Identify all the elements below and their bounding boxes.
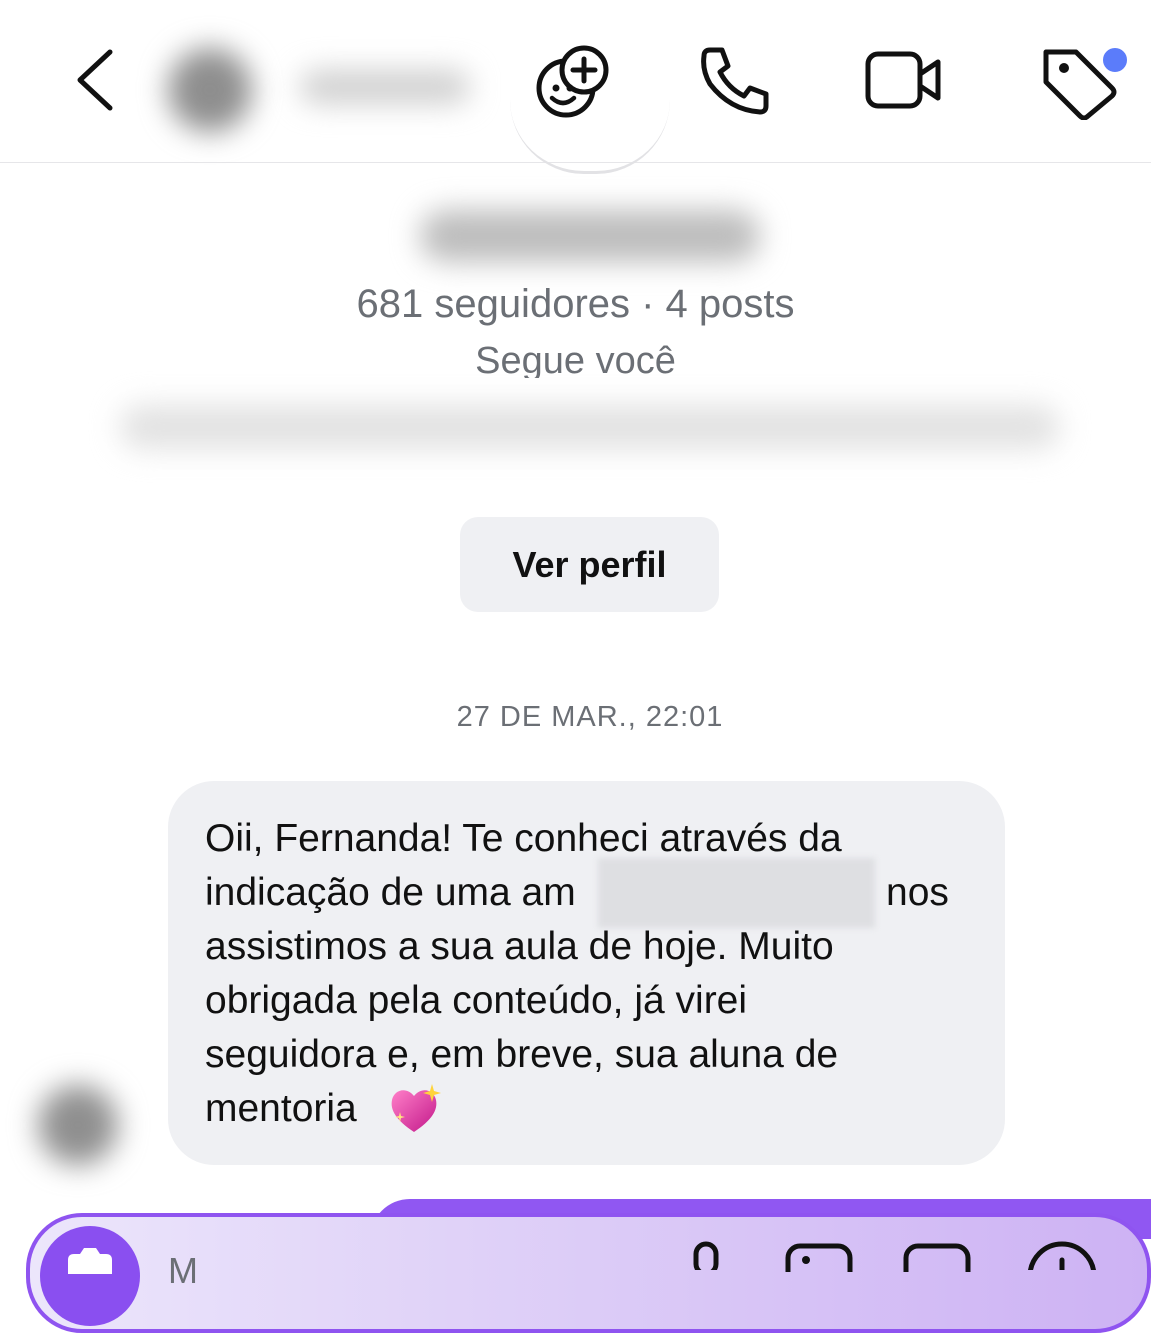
camera-button[interactable] <box>40 1226 140 1326</box>
message-line: nos <box>886 871 949 914</box>
message-line: indicação de uma am <box>205 871 576 914</box>
message-line: assistimos a sua aula de hoje. Muito <box>205 925 834 968</box>
sticker-icon[interactable] <box>902 1242 972 1272</box>
video-icon[interactable] <box>864 48 944 112</box>
contact-name[interactable] <box>300 70 470 104</box>
follows-you-label: Segue você <box>475 340 676 378</box>
gallery-icon[interactable] <box>784 1242 854 1272</box>
add-circle-icon[interactable] <box>1024 1240 1100 1270</box>
notification-dot <box>1100 45 1130 75</box>
view-profile-button[interactable]: Ver perfil <box>460 517 719 612</box>
contact-avatar[interactable] <box>168 48 252 132</box>
profile-bio <box>120 405 1060 449</box>
phone-icon[interactable] <box>698 44 772 118</box>
message-line: obrigada pela conteúdo, já virei <box>205 979 748 1022</box>
camera-icon <box>68 1248 112 1274</box>
message-input-placeholder[interactable]: M <box>168 1250 198 1292</box>
back-chevron-icon[interactable] <box>72 48 116 112</box>
microphone-icon[interactable] <box>684 1240 728 1270</box>
profile-username <box>420 210 760 262</box>
sparkling-heart-icon <box>391 1084 441 1132</box>
redacted-text <box>598 858 875 928</box>
message-line: mentoria <box>205 1087 357 1130</box>
profile-stats: 681 seguidores · 4 posts <box>356 282 795 326</box>
message-timestamp: 27 DE MAR., 22:01 <box>456 701 724 733</box>
sender-avatar[interactable] <box>38 1085 118 1165</box>
message-line: seguidora e, em breve, sua aluna de <box>205 1033 839 1076</box>
